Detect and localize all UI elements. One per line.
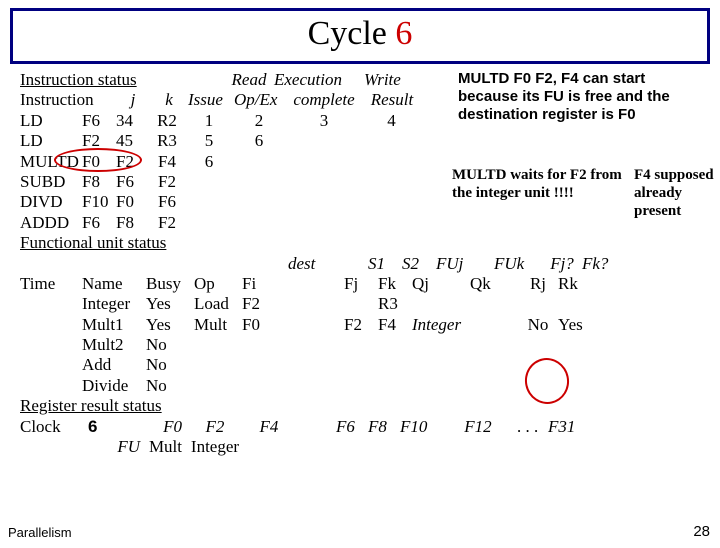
col-fkq: Fk? [582,254,622,274]
col-k: k [150,90,188,110]
fu-rows: IntegerYesLoadF2R3Mult1YesMultF0F2F4Inte… [20,294,712,396]
title-box: Cycle 6 [10,8,710,64]
col-instruction: Instruction [20,90,82,110]
fu-row: Mult2No [20,335,712,355]
reg-f12: F12 [448,417,508,437]
col-rk: Rk [558,274,598,294]
fu-row: Mult1YesMultF0F2F4IntegerNoYes [20,315,712,335]
col-fjq: Fj? [542,254,582,274]
col-time: Time [20,274,82,294]
col-s2: S2 [402,254,436,274]
col-rj: Rj [518,274,558,294]
footer-page-number: 28 [693,523,710,540]
reg-f0-val: Mult [146,437,186,457]
fu-row: DivideNo [20,376,712,396]
fu-row: IntegerYesLoadF2R3 [20,294,712,314]
col-result: Result [364,90,420,110]
clock-value: 6 [82,417,146,437]
reg-f31: F31 [548,417,588,437]
col-opex: Op/Ex [234,90,284,110]
col-read: Read [224,70,274,90]
note-1: MULTD F0 F2, F4 can start because its FU… [458,70,708,124]
note-2b: F4 supposed already present [634,166,714,220]
title-word1: Cycle [308,15,387,52]
reg-values: FU Mult Integer [20,437,712,457]
note-2: MULTD waits for F2 from the integer unit… [452,166,712,202]
section-reg-status: Register result status [20,396,712,416]
fu-head2: Time Name Busy Op Fi Fj Fk Qj Qk Rj Rk [20,274,712,294]
reg-dots: . . . [508,417,548,437]
col-busy: Busy [146,274,194,294]
col-qj: Qj [412,274,470,294]
label-fu: FU [82,437,146,457]
title-word2: 6 [395,15,412,52]
reg-f6: F6 [336,417,368,437]
fu-head1: dest S1 S2 FUj FUk Fj? Fk? [20,254,712,274]
fu-row: AddNo [20,355,712,375]
col-exec: Execution [274,70,364,90]
section-fu-status: Functional unit status [20,233,712,253]
col-complete: complete [284,90,364,110]
footer-left: Parallelism [8,525,72,540]
col-dest: dest [288,254,368,274]
col-fk: Fk [378,274,412,294]
reg-head: Clock 6 F0 F2 F4 F6 F8 F10 F12 . . . F31 [20,417,712,437]
reg-f4-val [244,437,294,457]
instruction-row: LDF245R356 [20,131,712,151]
col-fi: Fi [242,274,288,294]
label-clock: Clock [20,417,82,437]
reg-f2-val: Integer [186,437,244,457]
section-instruction-status: Instruction status [20,70,224,90]
slide-content: MULTD F0 F2, F4 can start because its FU… [20,70,712,457]
col-issue: Issue [188,90,234,110]
reg-f2: F2 [186,417,244,437]
reg-f8: F8 [368,417,400,437]
reg-f4: F4 [244,417,294,437]
col-op: Op [194,274,242,294]
reg-f10: F10 [400,417,448,437]
col-fj: Fj [344,274,378,294]
col-qk: Qk [470,274,518,294]
col-s1: S1 [368,254,402,274]
instruction-row: ADDDF6F8F2 [20,213,712,233]
col-name: Name [82,274,146,294]
col-write: Write [364,70,414,90]
col-fuk: FUk [494,254,542,274]
col-fuj: FUj [436,254,494,274]
col-j: j [116,90,150,110]
note-2a: MULTD waits for F2 from the integer unit… [452,166,622,202]
reg-f0: F0 [146,417,186,437]
